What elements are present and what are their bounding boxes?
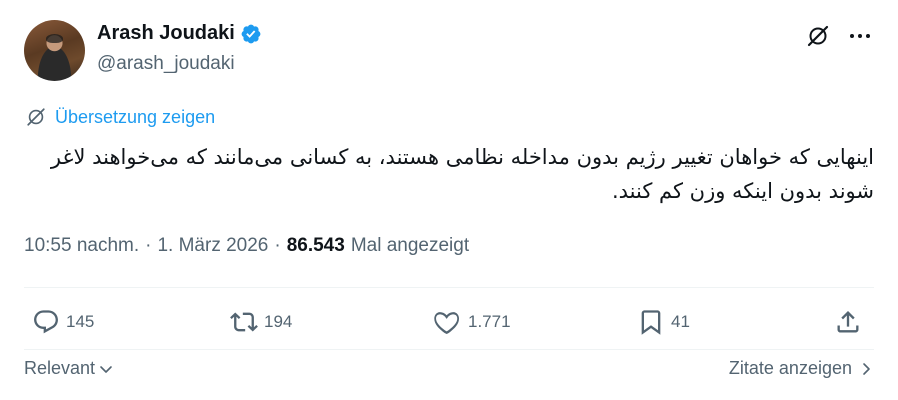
like-count: 1.771 <box>468 312 511 331</box>
more-icon[interactable] <box>847 24 873 48</box>
repost-button[interactable]: 194 <box>230 308 292 336</box>
tweet-date[interactable]: 1. März 2026 <box>157 235 268 257</box>
view-quotes-link[interactable]: Zitate anzeigen <box>729 358 874 379</box>
grok-icon[interactable] <box>806 24 830 48</box>
author-display-name[interactable]: Arash Joudaki <box>97 22 235 45</box>
share-icon <box>837 311 859 333</box>
reply-button[interactable]: 145 <box>32 308 94 336</box>
tweet-meta: 10:55 nachm. · 1. März 2026 · 86.543 Mal… <box>24 235 469 257</box>
verified-badge-icon <box>241 24 261 43</box>
sort-label: Relevant <box>24 358 96 378</box>
meta-separator: · <box>274 235 281 256</box>
bookmark-icon <box>641 310 661 335</box>
translate-button[interactable]: Übersetzung zeigen <box>25 106 215 128</box>
meta-separator: · <box>145 235 152 256</box>
tweet-text: اینهایی که خواهان تغییر رژیم بدون مداخله… <box>50 145 874 203</box>
view-quotes-label: Zitate anzeigen <box>728 358 852 378</box>
repost-count: 194 <box>264 312 293 331</box>
repost-icon <box>230 312 258 332</box>
divider <box>24 287 874 288</box>
view-count: 86.543 <box>286 235 345 256</box>
view-count-label: Mal angezeigt <box>350 235 470 256</box>
reply-sort-bar: Relevant Zitate anzeigen <box>24 358 874 384</box>
bookmark-button[interactable]: 41 <box>637 308 690 336</box>
reply-count: 145 <box>66 312 95 331</box>
reply-icon <box>34 310 58 334</box>
chevron-down-icon <box>100 365 112 373</box>
divider <box>24 349 874 350</box>
chevron-right-icon <box>863 362 870 375</box>
translate-icon <box>27 108 45 126</box>
action-bar: 145 194 1.771 41 <box>24 300 874 346</box>
tweet-time[interactable]: 10:55 nachm. <box>24 235 139 257</box>
sort-dropdown[interactable]: Relevant <box>24 358 114 379</box>
avatar[interactable] <box>24 20 85 81</box>
author-handle[interactable]: @arash_joudaki <box>97 53 235 75</box>
author-name-row: Arash Joudaki <box>97 22 262 45</box>
like-button[interactable]: 1.771 <box>434 308 511 336</box>
like-icon <box>434 312 460 334</box>
bookmark-count: 41 <box>671 312 690 331</box>
share-button[interactable] <box>834 308 862 336</box>
translate-label[interactable]: Übersetzung zeigen <box>55 107 215 128</box>
